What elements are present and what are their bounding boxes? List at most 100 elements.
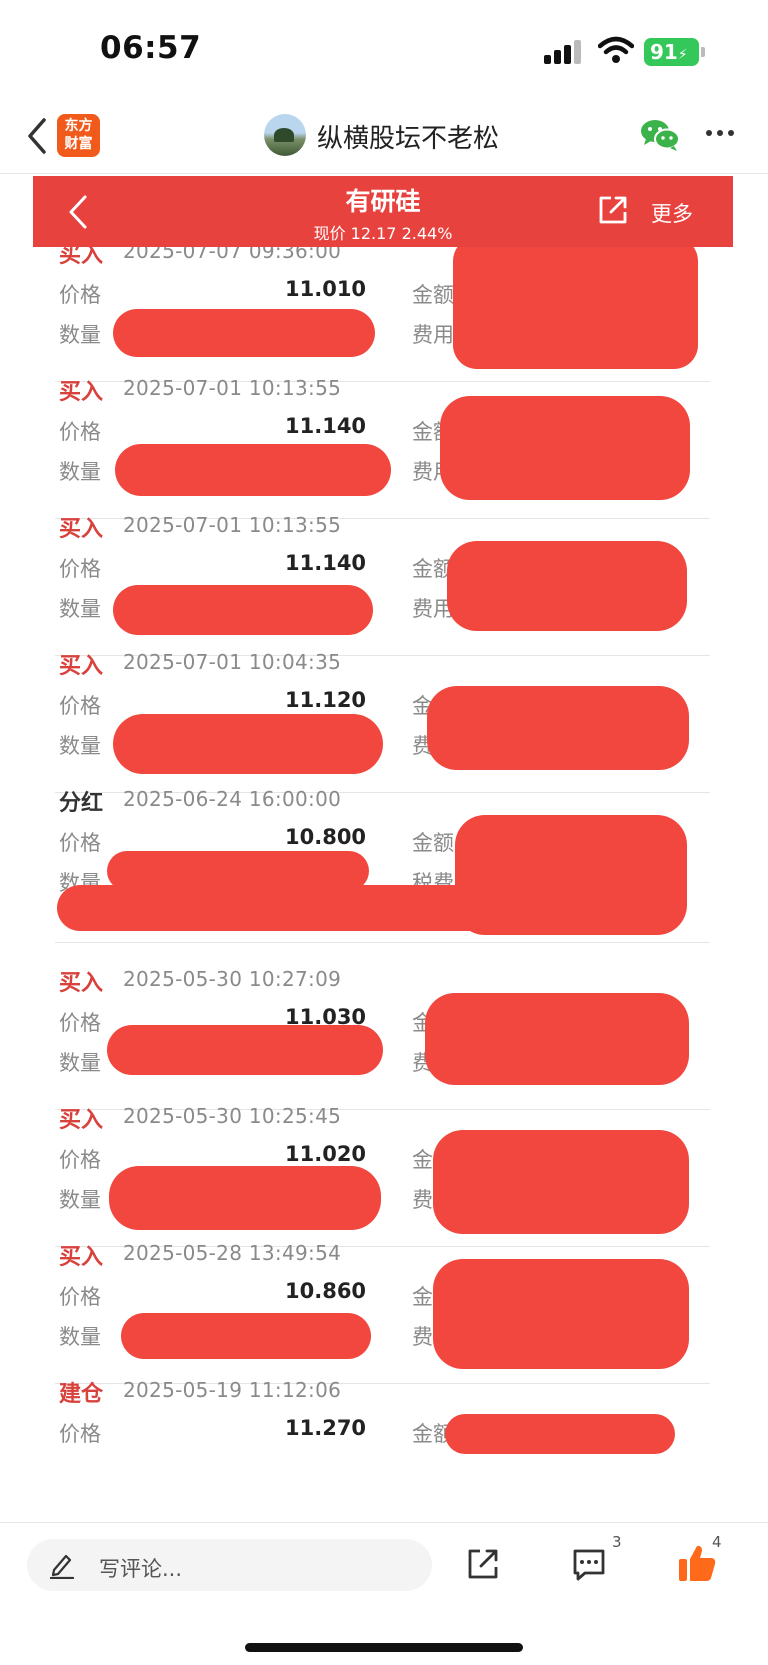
forum-title[interactable]: 纵横股坛不老松 (317, 118, 499, 155)
redaction-mark (115, 444, 391, 496)
trade-type: 买入 (59, 654, 104, 679)
transaction-record[interactable]: 分红 2025-06-24 16:00:00 价格 10.800 金额 数量 税… (55, 785, 710, 943)
fee-label: 费用 (412, 323, 454, 347)
redaction-mark (433, 1130, 689, 1234)
transaction-record[interactable]: 买入 2025-05-30 10:27:09 价格 11.030 金额 数量 费… (55, 965, 710, 1110)
quantity-label: 数量 (59, 1325, 101, 1349)
share-icon[interactable] (597, 194, 629, 226)
logo-text-line2: 财富 (64, 136, 93, 152)
quantity-label: 数量 (59, 734, 101, 758)
trade-type: 买入 (59, 517, 104, 542)
redaction-mark (113, 714, 383, 774)
logo-text-line1: 东方 (64, 118, 93, 134)
trade-time: 2025-05-30 10:25:45 (123, 1104, 342, 1128)
trade-price: 10.800 (285, 825, 367, 849)
trade-type: 买入 (59, 380, 104, 405)
home-indicator (245, 1643, 523, 1652)
redaction-mark (57, 885, 497, 931)
redaction-mark (425, 993, 689, 1085)
share-icon[interactable] (466, 1547, 500, 1581)
price-label: 价格 (59, 1148, 101, 1172)
trade-price: 10.860 (285, 1279, 367, 1303)
trade-type: 买入 (59, 1245, 104, 1270)
price-label: 价格 (59, 557, 101, 581)
comment-icon[interactable] (571, 1547, 607, 1583)
transaction-record[interactable]: 买入 2025-05-28 13:49:54 价格 10.860 金额 数量 费… (55, 1239, 710, 1384)
more-button[interactable]: 更多 (651, 198, 693, 228)
trade-time: 2025-05-19 11:12:06 (123, 1378, 342, 1402)
redaction-mark (440, 396, 690, 500)
redaction-mark (455, 815, 687, 935)
comment-input[interactable]: 写评论... (27, 1539, 432, 1591)
status-bar: 06:57 91⚡ (0, 0, 768, 100)
redaction-mark (445, 1414, 675, 1454)
trade-time: 2025-07-01 10:04:35 (123, 650, 342, 674)
trade-type: 买入 (59, 247, 104, 268)
like-count: 4 (712, 1533, 722, 1551)
redaction-mark (427, 686, 689, 770)
redaction-mark (109, 1166, 381, 1230)
quantity-label: 数量 (59, 597, 101, 621)
redaction-mark (453, 247, 698, 369)
trade-price: 11.120 (285, 688, 367, 712)
transaction-record[interactable]: 买入 2025-07-07 09:36:00 价格 11.010 金额 数量 费… (55, 247, 710, 382)
price-label: 价格 (59, 831, 101, 855)
transaction-record[interactable]: 买入 2025-07-01 10:04:35 价格 11.120 金额 数量 费… (55, 648, 710, 793)
thumbs-up-icon[interactable] (678, 1543, 716, 1583)
price-label: 价格 (59, 1422, 101, 1446)
cellular-signal-icon (544, 40, 584, 64)
trade-time: 2025-07-01 10:13:55 (123, 376, 342, 400)
price-label: 价格 (59, 1285, 101, 1309)
trade-time: 2025-05-28 13:49:54 (123, 1241, 342, 1265)
trade-price: 11.270 (285, 1416, 367, 1440)
quantity-label: 数量 (59, 323, 101, 347)
stock-header: 有研硅 现价 12.17 2.44% 更多 (33, 176, 733, 247)
trade-time: 2025-07-01 10:13:55 (123, 513, 342, 537)
forum-avatar[interactable] (264, 114, 306, 156)
more-dots-icon[interactable] (706, 130, 736, 140)
transaction-record[interactable]: 买入 2025-05-30 10:25:45 价格 11.020 金额 数量 费… (55, 1102, 710, 1247)
trade-type: 买入 (59, 1108, 104, 1133)
pencil-icon (49, 1554, 75, 1579)
trade-price: 11.020 (285, 1142, 367, 1166)
quantity-label: 数量 (59, 1051, 101, 1075)
redaction-mark (113, 309, 375, 357)
wifi-icon (598, 36, 634, 63)
bottom-action-bar: 写评论... 3 4 (0, 1522, 768, 1665)
amount-label: 金额 (412, 831, 454, 855)
redaction-mark (121, 1313, 371, 1359)
redaction-mark (447, 541, 687, 631)
trade-time: 2025-05-30 10:27:09 (123, 967, 342, 991)
transaction-record[interactable]: 买入 2025-07-01 10:13:55 价格 11.140 金额 数量 费… (55, 374, 710, 519)
quantity-label: 数量 (59, 460, 101, 484)
wechat-icon[interactable] (640, 117, 680, 153)
trade-type: 分红 (59, 791, 104, 816)
redaction-mark (113, 585, 373, 635)
trade-time: 2025-07-07 09:36:00 (123, 247, 342, 263)
back-button[interactable] (22, 116, 52, 156)
price-label: 价格 (59, 420, 101, 444)
transaction-record[interactable]: 买入 2025-07-01 10:13:55 价格 11.140 金额 数量 费… (55, 511, 710, 656)
app-logo: 东方 财富 (57, 114, 100, 157)
redaction-mark (107, 1025, 383, 1075)
amount-label: 金额 (412, 283, 454, 307)
battery-level: 91 (650, 40, 678, 64)
trade-type: 买入 (59, 971, 104, 996)
status-time: 06:57 (100, 30, 202, 66)
trade-price: 11.140 (285, 414, 367, 438)
trade-price: 11.140 (285, 551, 367, 575)
battery-indicator: 91⚡ (644, 38, 706, 66)
app-header: 东方 财富 纵横股坛不老松 (0, 100, 768, 174)
price-label: 价格 (59, 694, 101, 718)
trade-time: 2025-06-24 16:00:00 (123, 787, 342, 811)
comment-count: 3 (612, 1533, 622, 1551)
transaction-record[interactable]: 建仓 2025-05-19 11:12:06 价格 11.270 金额 (55, 1376, 710, 1521)
trade-type: 建仓 (59, 1382, 104, 1407)
transaction-list: 买入 2025-07-07 09:36:00 价格 11.010 金额 数量 费… (33, 247, 733, 1522)
quantity-label: 数量 (59, 1188, 101, 1212)
redaction-mark (433, 1259, 689, 1369)
trade-price: 11.010 (285, 277, 367, 301)
price-label: 价格 (59, 1011, 101, 1035)
comment-placeholder: 写评论... (99, 1557, 183, 1581)
price-label: 价格 (59, 283, 101, 307)
